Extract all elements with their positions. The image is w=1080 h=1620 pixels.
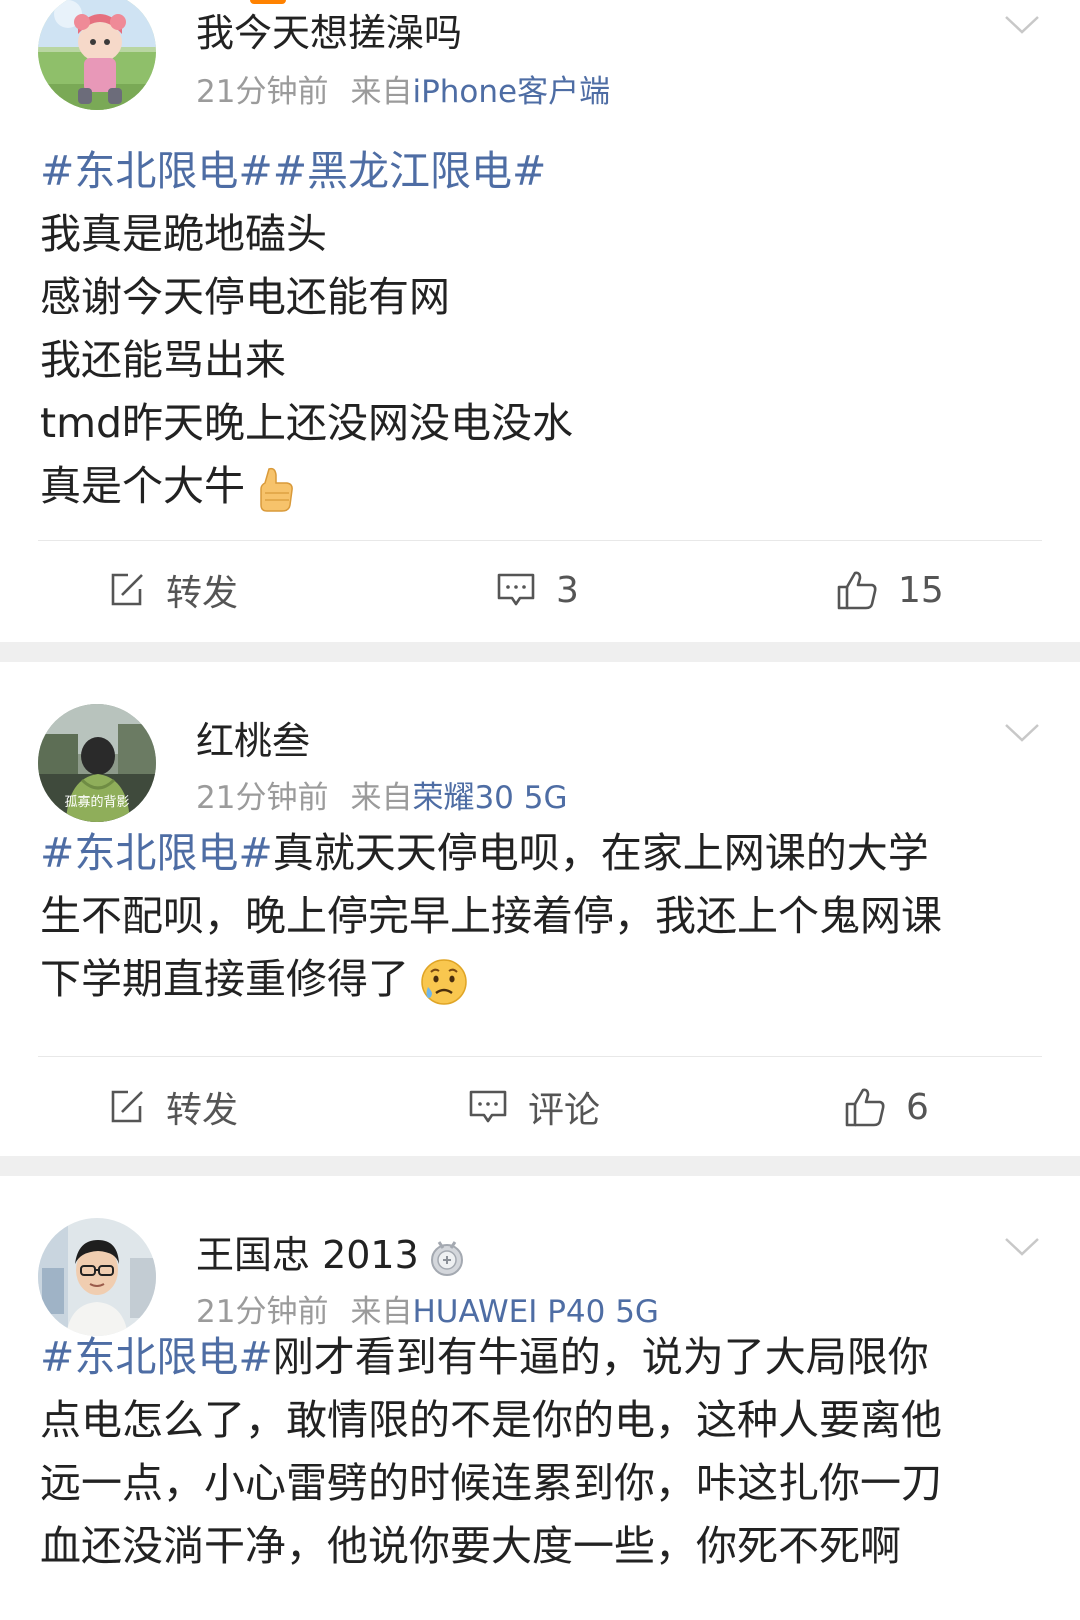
divider [38,1056,1042,1057]
post-meta: 21分钟前 来自荣耀30 5G [196,778,568,818]
repost-icon [111,1090,143,1123]
text-line: 感谢今天停电还能有网 [40,273,450,321]
username[interactable]: 红桃叁 [196,718,310,764]
text-line: 下学期直接重修得了 [40,948,1040,1011]
card-separator [0,1156,1080,1176]
post-card: 我今天想搓澡吗 21分钟前 来自iPhone客户端 #东北限电##黑龙江限电# 我… [0,0,1080,642]
weibo-feed: 我今天想搓澡吗 21分钟前 来自iPhone客户端 #东北限电##黑龙江限电# 我… [0,0,1080,1620]
source-prefix: 来自 [350,1294,413,1330]
text-line: #东北限电##黑龙江限电# [40,140,1040,203]
post-time: 21分钟前 [196,1294,329,1330]
text-line: 真是个大牛 [40,455,1040,518]
comment-button[interactable]: 评论 [468,1082,600,1132]
text-line: 远一点，小心雷劈的时候连累到你，咔这扎你一刀 [40,1459,942,1507]
post-source[interactable]: HUAWEI P40 5G [412,1294,659,1330]
hashtag-link[interactable]: #东北限电# [40,1333,273,1381]
sad-sweat-face-emoji-icon [421,959,467,1005]
repost-button[interactable]: 转发 [108,1082,238,1132]
thumbs-up-icon [837,571,877,610]
divider [38,540,1042,541]
comment-button[interactable]: 3 [496,565,579,615]
medal-badge-icon [430,1240,463,1276]
repost-icon [111,573,143,606]
hashtag-link[interactable]: #东北限电# [40,829,273,877]
post-meta: 21分钟前 来自iPhone客户端 [196,72,610,112]
like-count: 6 [906,1086,929,1128]
comment-count: 3 [556,569,579,611]
text-line: 我还能骂出来 [40,336,286,384]
thumbs-up-icon [845,1088,885,1127]
action-bar: 转发 3 15 [0,545,1080,635]
post-text: #东北限电#真就天天停电呗，在家上网课的大学 生不配呗，晚上停完早上接着停，我还… [40,822,1040,1011]
repost-label: 转发 [166,1090,239,1131]
chevron-down-icon[interactable] [1004,14,1040,36]
hashtag-link[interactable]: #东北限电##黑龙江限电# [40,147,546,195]
username[interactable]: 我今天想搓澡吗 [196,10,462,56]
post-source[interactable]: iPhone客户端 [412,74,610,110]
comment-icon [497,573,535,606]
text-line: 生不配呗，晚上停完早上接着停，我还上个鬼网课 [40,892,942,940]
post-time: 21分钟前 [196,780,329,816]
tab-indicator [250,0,286,4]
post-text: #东北限电#刚才看到有牛逼的，说为了大局限你 点电怎么了，敢情限的不是你的电，这… [40,1326,1040,1578]
text-line: #东北限电#真就天天停电呗，在家上网课的大学 [40,829,929,877]
source-prefix: 来自 [350,74,413,110]
post-source[interactable]: 荣耀30 5G [412,780,567,816]
like-button[interactable]: 6 [844,1082,929,1132]
text-line: 血还没淌干净，他说你要大度一些，你死不死啊 [40,1522,901,1570]
text-line: #东北限电#刚才看到有牛逼的，说为了大局限你 [40,1333,929,1381]
post-card: 孤寡的背影 红桃叁 21分钟前 来自荣耀30 5G #东北限电#真就天天停电呗，在… [0,662,1080,1156]
text-line: 点电怎么了，敢情限的不是你的电，这种人要离他 [40,1396,942,1444]
comment-label: 评论 [528,1090,601,1131]
action-bar: 转发 评论 6 [0,1062,1080,1152]
post-time: 21分钟前 [196,74,329,110]
avatar-caption: 孤寡的背影 [64,795,130,810]
comment-icon [469,1090,507,1123]
avatar[interactable]: 孤寡的背影 [38,704,156,822]
chevron-down-icon[interactable] [1004,1236,1040,1258]
source-prefix: 来自 [350,780,413,816]
text-line: tmd昨天晚上还没网没电没水 [40,399,574,447]
avatar[interactable] [38,1218,156,1336]
post-card: 王国忠 2013 21分钟前 来自HUAWEI P40 5G #东北限电#刚才看到… [0,1176,1080,1620]
post-text: #东北限电##黑龙江限电# 我真是跪地磕头 感谢今天停电还能有网 我还能骂出来 … [40,140,1040,518]
username[interactable]: 王国忠 2013 [196,1232,465,1278]
like-button[interactable]: 15 [836,565,944,615]
avatar[interactable] [38,0,156,110]
repost-label: 转发 [166,573,239,614]
chevron-down-icon[interactable] [1004,722,1040,744]
thumbs-up-emoji-icon [260,467,293,512]
repost-button[interactable]: 转发 [108,565,238,615]
like-count: 15 [898,569,944,611]
text-line: 我真是跪地磕头 [40,210,327,258]
card-separator [0,642,1080,662]
